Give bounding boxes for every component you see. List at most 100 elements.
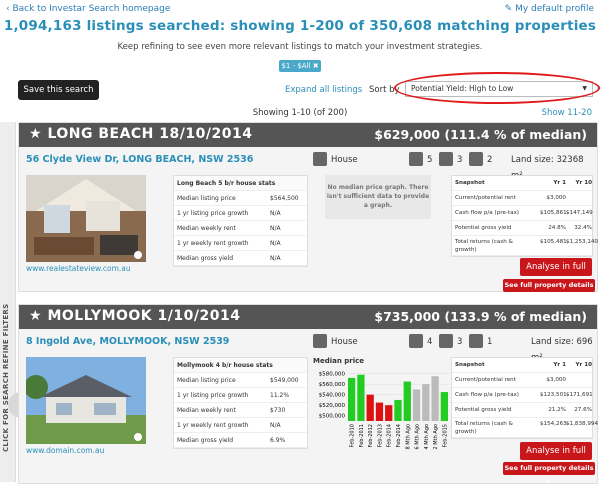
y-tick-label: $520,000 — [319, 403, 346, 409]
bathrooms-count: 3 — [457, 337, 463, 347]
suburb-stats-table: Long Beach 5 b/r house stats Median list… — [173, 175, 308, 267]
listing-photo[interactable] — [26, 357, 146, 444]
y-tick-label: $560,000 — [319, 382, 346, 388]
snapshot-row: Total returns (cash & growth) $154,263 $1,… — [452, 418, 598, 438]
filter-tag-label: $1 - $All — [281, 62, 311, 70]
x-tick-label: 2 Mth Ago — [433, 424, 439, 449]
x-tick-label: Feb-2012 — [368, 424, 374, 447]
stats-row: 1 yr weekly rent growth N/A — [174, 236, 307, 251]
snapshot-row: Cash flow p/a (pre-tax) $123,501 $171,691 — [452, 388, 593, 403]
bath-icon — [439, 334, 453, 348]
median-price-bar — [357, 374, 365, 421]
expand-all-listings-link[interactable]: Expand all listings — [285, 85, 362, 95]
bed-icon — [409, 334, 423, 348]
snapshot-row: Current/potential rent $3,000 — [452, 191, 592, 206]
stats-row: Median listing price $549,000 — [174, 373, 307, 388]
star-icon[interactable]: ★ — [29, 308, 47, 324]
save-search-button[interactable]: Save this search — [18, 80, 99, 100]
show-next-page-link[interactable]: Show 11-20 — [542, 108, 592, 118]
snapshot-row: Cash flow p/a (pre-tax) $105,861 $147,149 — [452, 206, 593, 221]
car-icon — [469, 152, 483, 166]
median-price-bar — [422, 384, 430, 421]
listing-title-text: MOLLYMOOK 1/10/2014 — [47, 308, 241, 324]
car-spaces-count: 2 — [487, 155, 493, 165]
listing-title: ★ MOLLYMOOK 1/10/2014 — [29, 308, 240, 324]
suburb-stats-table: Mollymook 4 b/r house stats Median listi… — [173, 357, 308, 449]
x-tick-label: Feb-2014 — [396, 424, 402, 447]
stats-row: 1 yr weekly rent growth N/A — [174, 418, 307, 433]
photo-source-link[interactable]: www.domain.com.au — [26, 446, 104, 455]
analyse-in-full-button[interactable]: Analyse in full — [520, 442, 592, 460]
snapshot-header: Snapshot Yr 1 Yr 10 — [452, 176, 592, 191]
stats-row: Median listing price $564,500 — [174, 191, 307, 206]
x-tick-label: Feb-2014 — [387, 424, 393, 447]
snapshot-header: Snapshot Yr 1 Yr 10 — [452, 358, 592, 373]
house-icon — [313, 334, 327, 348]
median-price-bar — [366, 394, 374, 421]
snapshot-row: Potential gross yield 21.2% 27.6% — [452, 403, 592, 418]
x-tick-label: Feb-2011 — [359, 424, 365, 447]
land-size: Land size: 696 m² — [531, 337, 593, 363]
x-tick-label: Feb-2010 — [350, 424, 356, 447]
analyse-in-full-button[interactable]: Analyse in full — [520, 258, 592, 276]
no-graph-notice: No median price graph. There isn't suffi… — [325, 175, 431, 219]
stats-row: Median weekly rent $730 — [174, 403, 307, 418]
page-subtitle: Keep refining to see even more relevant … — [117, 42, 483, 52]
pencil-icon: ✎ — [504, 4, 516, 14]
median-price-bar — [375, 402, 384, 421]
x-tick-label: 6 Mth Ago — [415, 424, 421, 449]
back-to-homepage-link[interactable]: ‹ Back to Investar Search homepage — [6, 4, 170, 14]
stats-row: Median weekly rent N/A — [174, 221, 307, 236]
see-full-details-button[interactable]: See full property details ▾ — [503, 279, 595, 302]
house-icon — [313, 152, 327, 166]
property-type: House — [331, 337, 358, 347]
median-price-bar — [440, 392, 448, 421]
listing-title-text: LONG BEACH 18/10/2014 — [47, 126, 253, 142]
listing-header[interactable]: ★ LONG BEACH 18/10/2014 $629,000 (111.4 … — [19, 123, 597, 147]
car-icon — [469, 334, 483, 348]
bedrooms-count: 4 — [427, 337, 433, 347]
default-profile-link[interactable]: ✎ My default profile — [505, 4, 594, 14]
bed-icon — [409, 152, 423, 166]
land-size: Land size: 32368 m² — [511, 155, 584, 181]
bedrooms-count: 5 — [427, 155, 433, 165]
listing-header[interactable]: ★ MOLLYMOOK 1/10/2014 $735,000 (133.9 % … — [19, 305, 597, 329]
highlight-oval — [394, 72, 600, 104]
stats-row: 1 yr listing price growth 11.2% — [174, 388, 307, 403]
default-profile-label: My default profile — [515, 4, 594, 14]
stats-title: Long Beach 5 b/r house stats — [174, 176, 307, 191]
filters-tab-label: CLICK FOR SEARCH REFINE FILTERS — [2, 303, 10, 452]
snapshot-row: Current/potential rent $3,000 — [452, 373, 592, 388]
y-tick-label: $540,000 — [319, 393, 346, 399]
active-filter-tag[interactable]: $1 - $All ✖ — [279, 60, 321, 72]
top-bar: ‹ Back to Investar Search homepage ✎ My … — [6, 4, 594, 18]
stats-row: 1 yr listing price growth N/A — [174, 206, 307, 221]
median-price-chart: $580,000 $560,000 $540,000 $520,000 $500,000… — [319, 372, 449, 449]
see-full-details-button[interactable]: See full property details ▾ — [503, 462, 595, 485]
x-tick-label: 8 Mth Ago — [405, 424, 411, 449]
stats-row: Median gross yield 6.9% — [174, 433, 307, 448]
close-icon[interactable]: ✖ — [313, 62, 319, 70]
listing-price: $735,000 (133.9 % of median) — [374, 309, 587, 324]
listing-card: ★ MOLLYMOOK 1/10/2014 $735,000 (133.9 % … — [18, 304, 598, 485]
listing-title: ★ LONG BEACH 18/10/2014 — [29, 126, 252, 142]
listing-address[interactable]: 8 Ingold Ave, MOLLYMOOK, NSW 2539 — [26, 336, 229, 347]
results-count: Showing 1-10 (of 200) — [252, 108, 348, 118]
snapshot-table: Snapshot Yr 1 Yr 10 Current/potential rent… — [451, 357, 598, 439]
listing-address[interactable]: 56 Clyde View Dr, LONG BEACH, NSW 2536 — [26, 154, 253, 165]
median-price-bar — [385, 405, 393, 421]
x-tick-label: Feb-2015 — [442, 424, 448, 447]
photo-source-link[interactable]: www.realestateview.com.au — [26, 264, 131, 273]
x-tick-label: Feb-2013 — [377, 424, 383, 447]
listing-card: ★ LONG BEACH 18/10/2014 $629,000 (111.4 … — [18, 122, 598, 302]
listing-photo[interactable] — [26, 175, 146, 262]
median-price-bar — [394, 399, 402, 421]
stats-title: Mollymook 4 b/r house stats — [174, 358, 307, 373]
search-refine-filters-tab[interactable]: CLICK FOR SEARCH REFINE FILTERS — [0, 122, 34, 482]
median-price-chart-title: Median price — [313, 357, 365, 365]
property-type: House — [331, 155, 358, 165]
star-icon[interactable]: ★ — [29, 126, 47, 142]
snapshot-row: Total returns (cash & growth) $105,481 $1,… — [452, 236, 598, 256]
median-price-bar — [412, 389, 421, 421]
median-price-bar — [348, 377, 356, 421]
